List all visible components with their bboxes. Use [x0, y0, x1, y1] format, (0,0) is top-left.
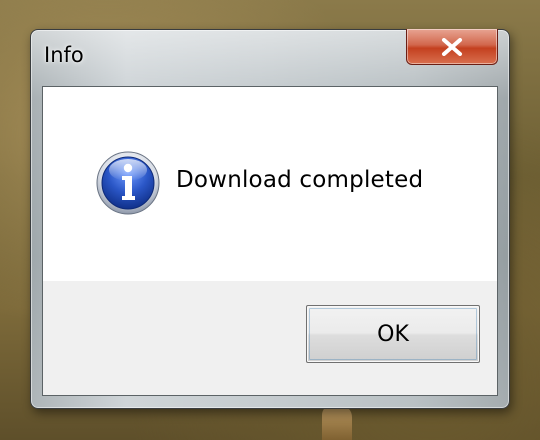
ok-button[interactable]: OK: [306, 305, 480, 363]
button-area: OK: [43, 281, 497, 395]
desktop-background-figure: [322, 405, 352, 440]
message-text: Download completed: [176, 167, 424, 193]
titlebar[interactable]: Info: [31, 29, 509, 86]
info-dialog: Info Download completed OK: [30, 29, 510, 409]
close-button[interactable]: [406, 29, 498, 65]
info-icon: [96, 151, 160, 215]
message-area: Download completed: [43, 87, 497, 281]
window-title: Info: [44, 43, 84, 67]
close-icon: [442, 37, 462, 56]
dialog-content: Download completed OK: [42, 86, 498, 396]
